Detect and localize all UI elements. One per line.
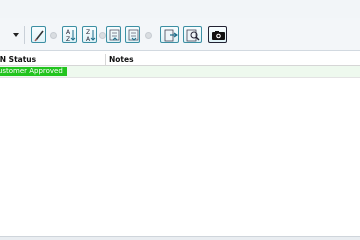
sort-ascending-button[interactable]: A Z	[62, 26, 77, 43]
zoom-view-button[interactable]	[183, 26, 202, 43]
column-header-status[interactable]: RN Status	[0, 54, 36, 65]
export-icon	[164, 29, 178, 42]
column-header-notes[interactable]: Notes	[109, 54, 134, 65]
status-badge: Customer Approved	[0, 67, 67, 76]
app-page: A Z Z A N Status Notes ustomer Approved	[0, 0, 360, 240]
edit-button[interactable]	[31, 26, 46, 43]
svg-text:Z: Z	[86, 29, 90, 36]
move-down-button[interactable]	[125, 26, 140, 43]
svg-text:A: A	[86, 36, 91, 43]
toolbar-separator	[50, 32, 57, 39]
svg-text:A: A	[66, 29, 71, 36]
pencil-icon	[34, 30, 44, 42]
zoom-view-icon	[186, 29, 200, 42]
move-up-icon	[109, 29, 120, 41]
toolbar-divider	[24, 26, 25, 44]
toolbar-bottom-border	[0, 50, 360, 51]
toolbar-separator	[145, 32, 152, 39]
table-header: RN Status Notes	[0, 54, 360, 66]
status-text: Customer Approved	[0, 67, 63, 75]
camera-icon	[212, 31, 225, 40]
chevron-down-icon[interactable]	[13, 33, 19, 37]
notes-cell[interactable]	[106, 66, 360, 77]
sort-descending-button[interactable]: Z A	[82, 26, 97, 43]
camera-button[interactable]	[208, 26, 227, 43]
move-up-button[interactable]	[106, 26, 121, 43]
export-button[interactable]	[160, 26, 179, 43]
sort-az-icon: A Z	[66, 29, 76, 43]
table-row[interactable]: Customer Approved	[0, 66, 360, 78]
move-down-icon	[128, 29, 139, 41]
toolbar-separator	[99, 32, 106, 39]
top-strip	[0, 0, 360, 18]
sort-za-icon: Z A	[86, 29, 96, 43]
svg-text:Z: Z	[66, 36, 70, 43]
